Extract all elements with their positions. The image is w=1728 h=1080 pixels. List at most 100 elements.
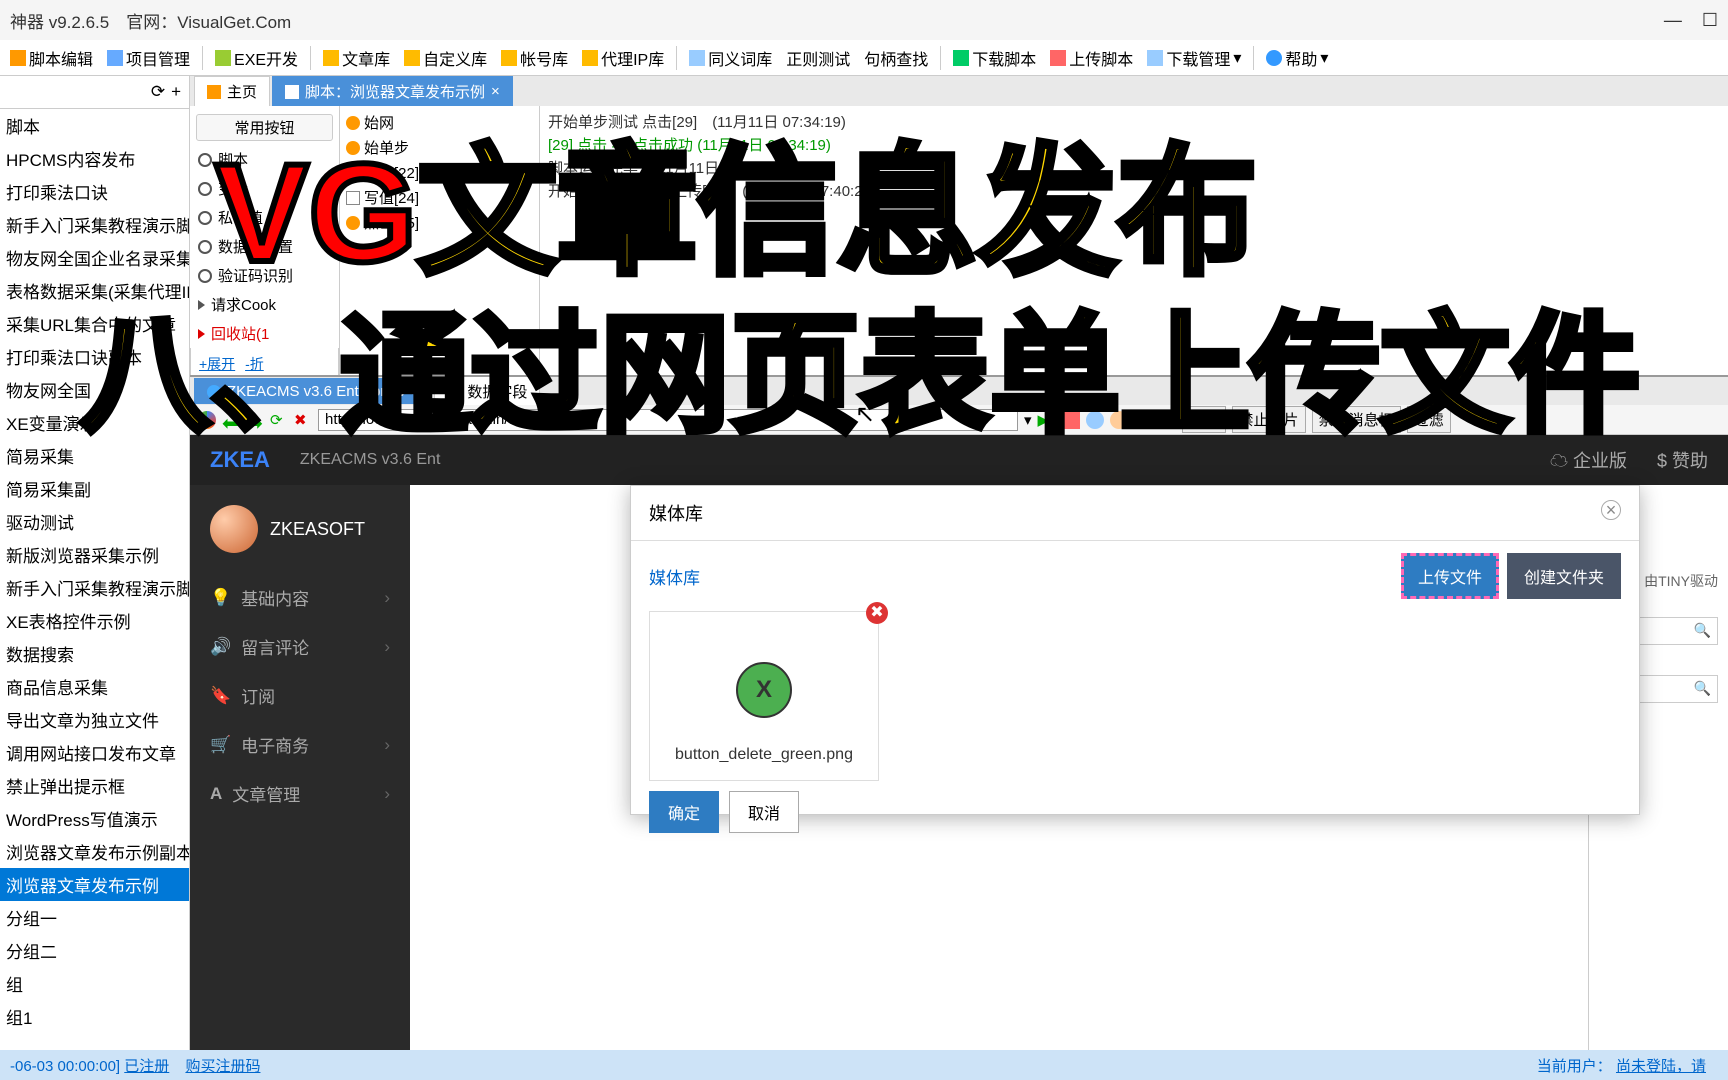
cfg-var[interactable]: 变量 <box>190 174 339 203</box>
tb-proxy-lib[interactable]: 代理IP库 <box>576 43 670 73</box>
tb-handle[interactable]: 句柄查找 <box>858 43 934 73</box>
minimize-icon[interactable]: — <box>1664 10 1682 31</box>
tb-script-edit[interactable]: 脚本编辑 <box>4 43 99 73</box>
step-item[interactable]: 写值[24] <box>342 185 537 210</box>
tool-icon-4[interactable] <box>1134 411 1152 429</box>
tree-item[interactable]: 驱动测试 <box>0 505 189 538</box>
close-icon[interactable]: × <box>1601 500 1621 520</box>
tool-icon-2[interactable] <box>1086 411 1104 429</box>
tree-item[interactable]: 新手入门采集教程演示脚本副本 <box>0 571 189 604</box>
tool-icon-3[interactable] <box>1110 411 1128 429</box>
tree-item[interactable]: 数据搜索 <box>0 637 189 670</box>
tb-article-lib[interactable]: 文章库 <box>317 43 396 73</box>
cms-sponsor[interactable]: $ 赞助 <box>1657 447 1708 473</box>
tree-item[interactable]: 新手入门采集教程演示脚本 <box>0 208 189 241</box>
tree-item[interactable]: 打印乘法口诀副本 <box>0 340 189 373</box>
close-icon[interactable]: × <box>411 383 420 400</box>
tree-item[interactable]: 导出文章为独立文件 <box>0 703 189 736</box>
step-item[interactable]: 始单步 <box>342 135 537 160</box>
tree-item[interactable]: 浏览器文章发布示例副本 <box>0 835 189 868</box>
menu-basic[interactable]: 💡 基础内容› <box>190 573 410 622</box>
forward-icon[interactable]: ➡ <box>246 411 264 429</box>
tree-item[interactable]: 新版浏览器采集示例 <box>0 538 189 571</box>
tree-item[interactable]: 分组二 <box>0 934 189 967</box>
tree-item[interactable]: 组1 <box>0 1000 189 1033</box>
cancel-button[interactable]: 取消 <box>729 791 799 833</box>
reload-icon[interactable]: ⟳ <box>270 411 288 429</box>
step-item[interactable]: 写值[22] <box>342 160 537 185</box>
tree-item[interactable]: 商品信息采集 <box>0 670 189 703</box>
tree-item[interactable]: HPCMS内容发布 <box>0 142 189 175</box>
ok-button[interactable]: 确定 <box>649 791 719 833</box>
tb-regex[interactable]: 正则测试 <box>780 43 856 73</box>
buy-link[interactable]: 购买注册码 <box>185 1058 260 1075</box>
tree-item[interactable]: WordPress写值演示 <box>0 802 189 835</box>
tree-item[interactable]: 物友网全国 <box>0 373 189 406</box>
login-link[interactable]: 尚未登陆，请 <box>1616 1058 1706 1075</box>
tree-item[interactable]: 采集URL集合中的文章 <box>0 307 189 340</box>
menu-comment[interactable]: 🔊 留言评论› <box>190 622 410 671</box>
maximize-icon[interactable]: ☐ <box>1702 10 1718 31</box>
breadcrumb[interactable]: 媒体库 <box>649 564 700 589</box>
tab-script[interactable]: 脚本：浏览器文章发布示例× <box>272 76 513 106</box>
tb-upload-script[interactable]: 上传脚本 <box>1044 43 1139 73</box>
tree-item[interactable]: XE变量演示 <box>0 406 189 439</box>
tb-custom-lib[interactable]: 自定义库 <box>398 43 493 73</box>
collapse-all[interactable]: -折 <box>245 356 264 372</box>
go-icon[interactable]: ▶ <box>1038 411 1056 429</box>
refresh-icon[interactable]: ⟳ <box>151 82 165 102</box>
step-item[interactable]: 点击[25] <box>342 210 537 235</box>
registered-link[interactable]: 已注册 <box>124 1058 169 1075</box>
dropdown-icon[interactable]: ▾ <box>1024 411 1032 429</box>
step-item[interactable]: 始网 <box>342 110 537 135</box>
tb-help[interactable]: 帮助 ▾ <box>1260 43 1334 73</box>
tree-item[interactable]: 简易采集副 <box>0 472 189 505</box>
cfg-private[interactable]: 私有值 <box>190 203 339 232</box>
tree-item[interactable]: 简易采集 <box>0 439 189 472</box>
delete-file-icon[interactable]: ✖ <box>866 602 888 624</box>
tb-download-script[interactable]: 下载脚本 <box>947 43 1042 73</box>
tree-item[interactable]: XE表格控件示例 <box>0 604 189 637</box>
tool-icon-1[interactable] <box>1062 411 1080 429</box>
tree-item[interactable]: 调用网站接口发布文章 <box>0 736 189 769</box>
tb-exe[interactable]: EXE开发 <box>209 43 304 73</box>
cfg-cookie[interactable]: 请求Cook <box>190 290 339 319</box>
tree-item[interactable]: 表格数据采集(采集代理IP) <box>0 274 189 307</box>
common-buttons[interactable]: 常用按钮 <box>196 114 333 141</box>
cms-enterprise[interactable]: ☁ 企业版 <box>1550 447 1627 473</box>
menu-article[interactable]: A 文章管理› <box>190 769 410 818</box>
tree-item[interactable]: 组 <box>0 967 189 1000</box>
back-icon[interactable]: ⬅ <box>222 411 240 429</box>
file-item[interactable]: ✖ X button_delete_green.png <box>649 611 879 781</box>
menu-subscribe[interactable]: 🔖 订阅 <box>190 671 410 720</box>
menu-ecommerce[interactable]: 🛒 电子商务› <box>190 720 410 769</box>
capture-btn[interactable]: 抓包 <box>1182 406 1226 433</box>
tree-item[interactable]: 物友网全国企业名录采集 <box>0 241 189 274</box>
tree-item[interactable]: 禁止弹出提示框 <box>0 769 189 802</box>
tb-project[interactable]: 项目管理 <box>101 43 196 73</box>
tool-icon-5[interactable] <box>1158 411 1176 429</box>
cfg-db[interactable]: 数据库配置 <box>190 232 339 261</box>
tb-synonym[interactable]: 同义词库 <box>683 43 778 73</box>
create-folder-button[interactable]: 创建文件夹 <box>1507 553 1621 599</box>
cfg-trash[interactable]: 回收站(1 <box>190 319 339 348</box>
cfg-script[interactable]: 脚本 <box>190 145 339 174</box>
add-icon[interactable]: + <box>171 82 181 102</box>
tree-item[interactable]: 分组一 <box>0 901 189 934</box>
tree-item[interactable]: 浏览器文章发布示例 <box>0 868 189 901</box>
browser-tab-cms[interactable]: ZKEACMS v3.6 Enterprise× <box>194 378 432 404</box>
tab-home[interactable]: 主页 <box>194 76 270 106</box>
expand-all[interactable]: +展开 <box>199 356 235 372</box>
filter-btn[interactable]: 过滤 <box>1407 406 1451 433</box>
upload-file-button[interactable]: 上传文件 <box>1401 553 1499 599</box>
cfg-captcha[interactable]: 验证码识别 <box>190 261 339 290</box>
tree-item[interactable]: 脚本 <box>0 109 189 142</box>
noimage-btn[interactable]: 禁止图片 <box>1232 406 1306 433</box>
stop-icon[interactable]: ✖ <box>294 411 312 429</box>
chrome-icon[interactable] <box>198 411 216 429</box>
tree-item[interactable]: 打印乘法口诀 <box>0 175 189 208</box>
tb-download-mgr[interactable]: 下载管理 ▾ <box>1141 43 1247 73</box>
browser-tab-data[interactable]: 数据字段 <box>434 376 540 406</box>
tab-close-icon[interactable]: × <box>491 83 500 100</box>
nomsg-btn[interactable]: 禁止消息框 <box>1312 406 1401 433</box>
